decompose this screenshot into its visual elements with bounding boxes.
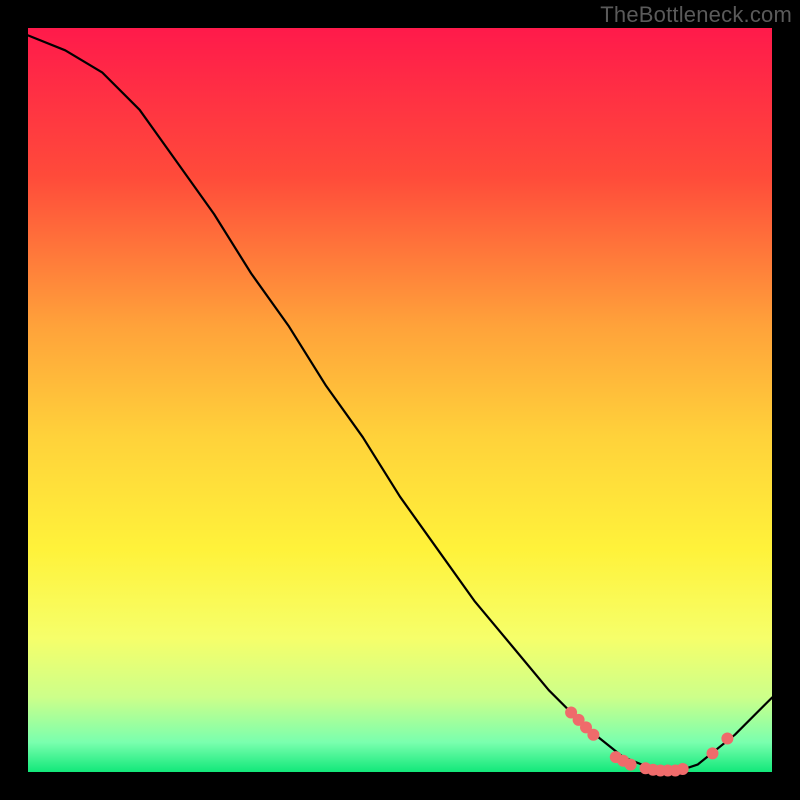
marker-dot bbox=[677, 763, 689, 775]
bottleneck-chart bbox=[0, 0, 800, 800]
marker-dot bbox=[625, 759, 637, 771]
marker-dot bbox=[707, 747, 719, 759]
plot-background bbox=[28, 28, 772, 772]
marker-dot bbox=[587, 729, 599, 741]
watermark-text: TheBottleneck.com bbox=[600, 2, 792, 28]
marker-dot bbox=[721, 733, 733, 745]
chart-frame: TheBottleneck.com bbox=[0, 0, 800, 800]
